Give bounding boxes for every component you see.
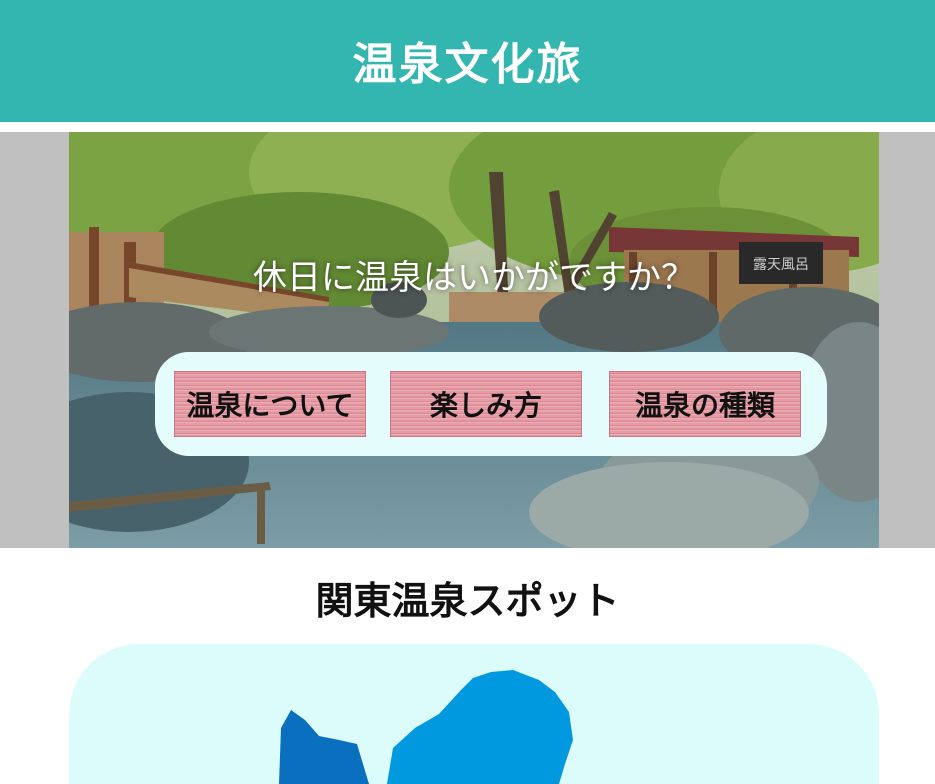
nav-panel: 温泉について 楽しみ方 温泉の種類 bbox=[155, 352, 827, 456]
site-title[interactable]: 温泉文化旅 bbox=[353, 28, 583, 92]
nav-button-how-to-enjoy[interactable]: 楽しみ方 bbox=[390, 371, 582, 437]
kanto-map bbox=[279, 670, 573, 784]
hero-image: 露天風呂 休日に温泉はいかがですか？ 温泉について 楽しみ方 温泉の種類 bbox=[69, 132, 879, 548]
kanto-map-panel bbox=[69, 644, 879, 784]
onsen-photo: 露天風呂 bbox=[69, 132, 879, 548]
hero-band: 露天風呂 休日に温泉はいかがですか？ 温泉について 楽しみ方 温泉の種類 bbox=[0, 132, 935, 548]
hero-tagline: 休日に温泉はいかがですか？ bbox=[253, 258, 695, 298]
nav-button-onsen-types[interactable]: 温泉の種類 bbox=[609, 371, 801, 437]
nav-button-about-onsen[interactable]: 温泉について bbox=[174, 371, 366, 437]
map-region-gunma[interactable] bbox=[279, 710, 369, 784]
section-title-kanto-spots: 関東温泉スポット bbox=[315, 578, 620, 623]
site-header: 温泉文化旅 bbox=[0, 0, 935, 122]
map-region-tochigi[interactable] bbox=[387, 670, 573, 784]
